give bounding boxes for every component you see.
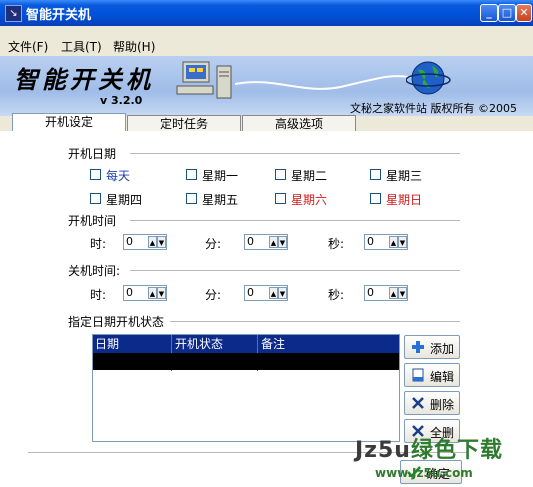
watermark: Jz5u绿色下载 <box>355 432 503 464</box>
startup-second-spinner[interactable]: 0 ▲ ▼ <box>364 234 408 250</box>
watermark-url: www.Jz5u.com <box>375 466 473 480</box>
column-status[interactable]: 开机状态 <box>175 335 223 353</box>
label-friday: 星期五 <box>202 193 239 207</box>
minimize-button[interactable]: _ <box>480 4 498 22</box>
maximize-button[interactable]: □ <box>498 4 516 22</box>
startup-second-value: 0 <box>367 235 374 248</box>
label-saturday: 星期六 <box>291 193 328 207</box>
globe-icon <box>406 61 451 95</box>
checkbox-saturday[interactable] <box>275 193 286 204</box>
divider <box>170 321 460 322</box>
app-logo: 智能开关机 <box>14 65 154 94</box>
shutdown-minute-label: 分: <box>205 288 222 302</box>
tab-startup-settings[interactable]: 开机设定 <box>12 113 126 131</box>
edit-button[interactable]: 编辑 <box>404 363 460 387</box>
version-label: v 3.2.0 <box>100 94 143 107</box>
menu-tools[interactable]: 工具(T) <box>61 38 102 55</box>
spin-up-icon[interactable]: ▲ <box>148 287 157 299</box>
schedule-list-header: 日期 开机状态 备注 <box>93 335 399 371</box>
label-sunday: 星期日 <box>386 193 423 207</box>
startup-hour-label: 时: <box>90 237 107 251</box>
watermark-brand: Jz5u <box>355 438 411 463</box>
shutdown-minute-value: 0 <box>247 286 254 299</box>
label-thursday: 星期四 <box>106 193 143 207</box>
close-button[interactable]: ✕ <box>516 4 532 22</box>
title-bar[interactable]: ↘ 智能开关机 _ □ ✕ <box>0 0 533 26</box>
divider <box>130 270 460 271</box>
checkbox-everyday[interactable] <box>90 169 101 180</box>
shutdown-second-label: 秒: <box>328 288 345 302</box>
copyright-label: 文秘之家软件站 版权所有 ©2005 <box>350 102 517 115</box>
checkbox-tuesday[interactable] <box>275 169 286 180</box>
spin-down-icon[interactable]: ▼ <box>157 287 166 299</box>
window-title: 智能开关机 <box>26 8 92 23</box>
schedule-label: 指定日期开机状态 <box>68 315 165 329</box>
shutdown-second-spinner[interactable]: 0 ▲ ▼ <box>364 285 408 301</box>
shutdown-hour-value: 0 <box>126 286 133 299</box>
label-everyday: 每天 <box>106 169 131 183</box>
label-tuesday: 星期二 <box>291 169 328 183</box>
watermark-text: 绿色下载 <box>410 438 503 463</box>
add-button[interactable]: 添加 <box>404 335 460 359</box>
label-wednesday: 星期三 <box>386 169 423 183</box>
shutdown-minute-spinner[interactable]: 0 ▲ ▼ <box>244 285 288 301</box>
add-button-label: 添加 <box>430 342 455 356</box>
spin-down-icon[interactable]: ▼ <box>398 236 407 248</box>
startup-minute-spinner[interactable]: 0 ▲ ▼ <box>244 234 288 250</box>
label-monday: 星期一 <box>202 169 239 183</box>
column-date[interactable]: 日期 <box>95 335 119 353</box>
schedule-list[interactable]: 日期 开机状态 备注 <box>92 334 400 442</box>
checkbox-friday[interactable] <box>186 193 197 204</box>
shutdown-hour-spinner[interactable]: 0 ▲ ▼ <box>123 285 167 301</box>
delete-button[interactable]: 删除 <box>404 391 460 415</box>
checkbox-monday[interactable] <box>186 169 197 180</box>
edit-button-label: 编辑 <box>430 370 455 384</box>
startup-hour-value: 0 <box>126 235 133 248</box>
spin-up-icon[interactable]: ▲ <box>389 287 398 299</box>
computer-icon <box>176 61 232 99</box>
checkbox-sunday[interactable] <box>370 193 381 204</box>
banner: 智能开关机 v 3.2.0 文秘之家软件站 版权所有 ©2005 <box>0 56 533 116</box>
document-icon <box>412 368 424 382</box>
startup-hour-spinner[interactable]: 0 ▲ ▼ <box>123 234 167 250</box>
app-icon: ↘ <box>5 5 22 22</box>
spin-down-icon[interactable]: ▼ <box>398 287 407 299</box>
tab-advanced[interactable]: 高级选项 <box>242 115 356 131</box>
spin-up-icon[interactable]: ▲ <box>389 236 398 248</box>
spin-up-icon[interactable]: ▲ <box>269 236 278 248</box>
checkbox-wednesday[interactable] <box>370 169 381 180</box>
startup-minute-value: 0 <box>247 235 254 248</box>
menu-bar: 文件(F) 工具(T) 帮助(H) <box>0 38 533 56</box>
banner-swoosh <box>235 75 415 90</box>
spin-up-icon[interactable]: ▲ <box>148 236 157 248</box>
spin-down-icon[interactable]: ▼ <box>278 236 287 248</box>
plus-icon <box>412 341 424 353</box>
spin-down-icon[interactable]: ▼ <box>157 236 166 248</box>
shutdown-time-label: 关机时间: <box>68 264 121 278</box>
divider <box>130 153 460 154</box>
table-row[interactable] <box>93 353 399 370</box>
menu-file[interactable]: 文件(F) <box>8 38 48 55</box>
startup-minute-label: 分: <box>205 237 222 251</box>
spin-down-icon[interactable]: ▼ <box>278 287 287 299</box>
startup-days-label: 开机日期 <box>68 147 117 161</box>
startup-second-label: 秒: <box>328 237 345 251</box>
delete-button-label: 删除 <box>430 398 455 412</box>
menu-help[interactable]: 帮助(H) <box>113 38 155 55</box>
column-note[interactable]: 备注 <box>261 335 285 353</box>
checkbox-thursday[interactable] <box>90 193 101 204</box>
divider <box>130 220 460 221</box>
tab-timed-tasks[interactable]: 定时任务 <box>127 115 241 131</box>
shutdown-second-value: 0 <box>367 286 374 299</box>
startup-time-label: 开机时间 <box>68 214 117 228</box>
spin-up-icon[interactable]: ▲ <box>269 287 278 299</box>
delete-x-icon <box>412 397 424 409</box>
shutdown-hour-label: 时: <box>90 288 107 302</box>
